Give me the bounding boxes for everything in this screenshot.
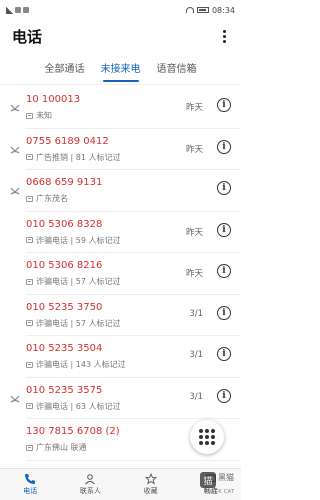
call-date: 昨天: [185, 269, 203, 279]
more-options-icon[interactable]: [219, 29, 229, 43]
info-icon[interactable]: i: [217, 388, 231, 403]
notification-icon: [15, 7, 21, 13]
call-date: 昨天: [185, 227, 203, 238]
call-number: 010 5235 3504: [26, 343, 103, 354]
sim-icon: [26, 154, 33, 160]
missed-call-icon: [10, 97, 20, 112]
call-number: 10 100013: [26, 94, 81, 105]
call-number: 010 5235 3750: [26, 301, 103, 313]
nav-label: 联系人: [79, 487, 101, 495]
status-bar: 08:34: [0, 0, 241, 20]
status-left: [6, 6, 29, 14]
signal-icon: [6, 6, 13, 14]
call-info-text: 诈骗电话 | 59 人标记过: [36, 235, 121, 245]
call-number: 010 5235 3575: [26, 384, 103, 396]
nav-label: 收藏: [143, 487, 158, 495]
call-info: 诈骗电话 | 63 人标记过: [26, 401, 121, 412]
call-row[interactable]: 010 5306 8328 诈骗电话 | 59 人标记过 昨天 i: [0, 212, 241, 254]
call-date: 3/1: [189, 391, 203, 402]
call-info-text: 未知: [36, 111, 52, 120]
info-icon[interactable]: i: [217, 222, 231, 237]
cat-logo-icon: 猫: [200, 472, 216, 488]
wifi-icon: [185, 7, 194, 13]
info-icon[interactable]: i: [217, 139, 231, 154]
battery-icon: [196, 7, 209, 13]
info-icon[interactable]: i: [217, 98, 231, 112]
missed-call-icon: [10, 139, 20, 153]
call-row[interactable]: 010 5235 3504 诈骗电话 | 143 人标记过 3/1 i: [0, 336, 241, 378]
call-info: 诈骗电话 | 143 人标记过: [26, 359, 126, 370]
call-info-text: 诈骗电话 | 63 人标记过: [36, 401, 121, 411]
call-row[interactable]: 010 5306 8216 诈骗电话 | 57 人标记过 昨天 i: [0, 253, 241, 295]
call-info: 未知: [26, 110, 52, 121]
nav-favorites[interactable]: 收藏: [126, 473, 176, 496]
info-icon[interactable]: i: [217, 264, 231, 278]
tab-missed-calls[interactable]: 未接来电: [93, 56, 149, 82]
call-info: 诈骗电话 | 59 人标记过: [26, 235, 121, 246]
watermark-logo: 猫 黑猫 BLACK CAT: [200, 470, 240, 498]
page-title: 电话: [12, 27, 43, 46]
status-time: 08:34: [211, 5, 235, 15]
info-icon[interactable]: i: [217, 347, 231, 361]
call-number: 130 7815 6708 (2): [26, 426, 120, 437]
phone-icon: [25, 474, 36, 484]
sim-icon: [26, 444, 33, 451]
app-icon: [23, 7, 29, 13]
call-info-text: 诈骗电话 | 143 人标记过: [36, 360, 126, 369]
dialpad-button[interactable]: [190, 420, 224, 454]
tab-divider: [0, 84, 241, 85]
nav-label: 电话: [23, 487, 38, 495]
call-number: 010 5306 8328: [26, 218, 103, 230]
tab-voicemail[interactable]: 语音信箱: [149, 56, 205, 82]
call-info-text: 诈骗电话 | 57 人标记过: [36, 277, 121, 286]
call-info-text: 广东佛山 联通: [36, 443, 87, 452]
star-icon: [144, 473, 157, 485]
call-info-text: 广东茂名: [36, 194, 68, 203]
header: 电话: [0, 22, 241, 50]
call-info: 广东茂名: [26, 193, 68, 204]
info-icon[interactable]: i: [217, 181, 231, 195]
sim-icon: [26, 237, 33, 243]
call-info: 广东佛山 联通: [26, 442, 87, 453]
call-info: 诈骗电话 | 57 人标记过: [26, 276, 121, 287]
call-date: 昨天: [185, 103, 203, 113]
nav-phone[interactable]: 电话: [5, 473, 55, 496]
call-info: 诈骗电话 | 57 人标记过: [26, 318, 121, 329]
watermark-brand: 黑猫: [218, 473, 234, 482]
missed-call-icon: [10, 180, 20, 195]
status-right: 08:34: [185, 5, 235, 15]
call-number: 0755 6189 0412: [26, 135, 109, 147]
call-info: 广告推销 | 81 人标记过: [26, 152, 121, 163]
sim-icon: [26, 361, 33, 368]
tab-all-calls[interactable]: 全部通话: [37, 56, 93, 82]
call-date: 3/1: [189, 308, 203, 319]
sim-icon: [26, 195, 33, 202]
call-row[interactable]: 010 5235 3575 诈骗电话 | 63 人标记过 3/1 i: [0, 378, 241, 420]
sim-icon: [26, 320, 33, 326]
missed-call-icon: [10, 388, 20, 402]
call-date: 昨天: [185, 144, 203, 155]
sim-icon: [26, 278, 33, 285]
sim-icon: [26, 112, 33, 119]
call-number: 010 5306 8216: [26, 260, 103, 271]
info-icon[interactable]: i: [217, 305, 231, 320]
call-list: 10 100013 未知 昨天 i 0755 6189 0412 广告推销 | …: [0, 87, 241, 461]
call-row[interactable]: 10 100013 未知 昨天 i: [0, 87, 241, 129]
call-row[interactable]: 0668 659 9131 广东茂名 i: [0, 170, 241, 212]
sim-icon: [26, 403, 33, 409]
tab-bar: 全部通话 未接来电 语音信箱: [0, 56, 241, 82]
call-number: 0668 659 9131: [26, 177, 103, 188]
contacts-icon: [85, 474, 96, 485]
call-row[interactable]: 010 5235 3750 诈骗电话 | 57 人标记过 3/1 i: [0, 295, 241, 337]
call-info-text: 诈骗电话 | 57 人标记过: [36, 318, 121, 328]
call-info-text: 广告推销 | 81 人标记过: [36, 152, 121, 162]
call-row[interactable]: 0755 6189 0412 广告推销 | 81 人标记过 昨天 i: [0, 129, 241, 171]
call-date: 3/1: [189, 350, 203, 360]
watermark-sub: BLACK CAT: [204, 489, 235, 495]
nav-contacts[interactable]: 联系人: [65, 473, 115, 496]
